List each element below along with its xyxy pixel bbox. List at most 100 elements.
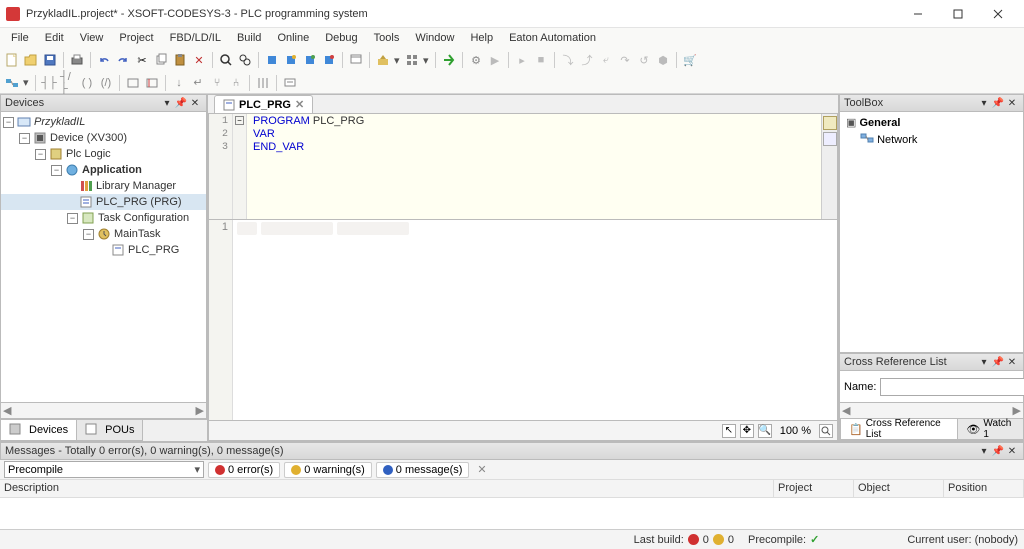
view-mode-icon[interactable] — [823, 116, 837, 130]
pin-icon[interactable]: 📌 — [991, 96, 1005, 110]
dropdown-icon[interactable]: ▾ — [423, 54, 430, 67]
tree-device[interactable]: − Device (XV300) — [1, 130, 206, 146]
close-button[interactable] — [978, 2, 1018, 26]
tree-plc-logic[interactable]: − Plc Logic — [1, 146, 206, 162]
tree-scrollbar[interactable]: ◀▶ — [0, 403, 207, 419]
implementation-editor[interactable]: 1 — [208, 220, 838, 421]
contact-nc-icon[interactable]: ┤/├ — [60, 75, 76, 91]
tree-task-config[interactable]: − Task Configuration — [1, 210, 206, 226]
zoom-dropdown-icon[interactable] — [819, 424, 833, 438]
play-icon[interactable]: ▸ — [514, 52, 530, 68]
errors-filter[interactable]: 0 error(s) — [208, 462, 280, 478]
menu-build[interactable]: Build — [230, 30, 268, 46]
col-position[interactable]: Position — [944, 480, 1024, 497]
menu-tools[interactable]: Tools — [367, 30, 407, 46]
menu-fbdldil[interactable]: FBD/LD/IL — [163, 30, 228, 46]
close-icon[interactable]: ✕ — [1005, 96, 1019, 110]
step-over-icon[interactable]: ⤴ — [579, 52, 595, 68]
pin-icon[interactable]: 📌 — [991, 444, 1005, 458]
menu-file[interactable]: File — [4, 30, 36, 46]
find-replace-icon[interactable] — [237, 52, 253, 68]
comment-icon[interactable] — [282, 75, 298, 91]
paste-icon[interactable] — [172, 52, 188, 68]
step-icon[interactable]: ↷ — [617, 52, 633, 68]
tool-b-icon[interactable] — [283, 52, 299, 68]
jump-icon[interactable]: ↓ — [171, 75, 187, 91]
step2-icon[interactable]: ↺ — [636, 52, 652, 68]
cut-icon[interactable]: ✂ — [134, 52, 150, 68]
menu-eaton[interactable]: Eaton Automation — [502, 30, 603, 46]
code-lines[interactable]: PROGRAM PLC_PRG VAR END_VAR — [247, 114, 821, 219]
view-mode-icon[interactable] — [823, 132, 837, 146]
breakpoint-icon[interactable]: ⬢ — [655, 52, 671, 68]
build-icon[interactable] — [375, 52, 391, 68]
stop-icon[interactable]: ■ — [533, 52, 549, 68]
redo-icon[interactable] — [115, 52, 131, 68]
dropdown-icon[interactable]: ▾ — [394, 54, 401, 67]
parallel-icon[interactable] — [255, 75, 271, 91]
declaration-editor[interactable]: 1 2 3 − PROGRAM PLC_PRG VAR END_VAR — [208, 114, 838, 220]
collapse-icon[interactable]: − — [51, 165, 62, 176]
panel-dropdown-icon[interactable]: ▾ — [977, 96, 991, 110]
pointer-icon[interactable]: ↖ — [722, 424, 736, 438]
messages-header[interactable]: Messages - Totally 0 error(s), 0 warning… — [0, 442, 1024, 460]
login-icon[interactable] — [441, 52, 457, 68]
tree-root[interactable]: − PrzykladIL — [1, 114, 206, 130]
col-object[interactable]: Object — [854, 480, 944, 497]
panel-dropdown-icon[interactable]: ▾ — [977, 355, 991, 369]
messages-category-combo[interactable]: Precompile▾ — [4, 461, 204, 478]
toolbox-group-general[interactable]: ▣ General — [842, 114, 1021, 131]
editor-tab-plc-prg[interactable]: PLC_PRG ✕ — [214, 95, 313, 113]
warnings-filter[interactable]: 0 warning(s) — [284, 462, 372, 478]
messages-filter[interactable]: 0 message(s) — [376, 462, 470, 478]
clear-icon[interactable]: ✕ — [473, 463, 490, 476]
tab-watch1[interactable]: 👁 Watch 1 — [957, 419, 1024, 440]
box-icon[interactable] — [125, 75, 141, 91]
window-icon[interactable] — [348, 52, 364, 68]
close-icon[interactable]: ✕ — [1005, 444, 1019, 458]
network-icon[interactable] — [4, 75, 20, 91]
toolbox-item-network[interactable]: Network — [842, 131, 1021, 148]
gear-icon[interactable]: ⚙ — [468, 52, 484, 68]
branch-icon[interactable]: ⑂ — [209, 75, 225, 91]
menu-project[interactable]: Project — [112, 30, 160, 46]
zoom-icon[interactable]: 🔍 — [758, 424, 772, 438]
panel-dropdown-icon[interactable]: ▾ — [977, 444, 991, 458]
crossref-scroll[interactable]: ◀▶ — [839, 403, 1024, 419]
return-icon[interactable]: ↵ — [190, 75, 206, 91]
tool-a-icon[interactable] — [264, 52, 280, 68]
tree-task-plc-prg[interactable]: PLC_PRG — [1, 242, 206, 258]
dropdown-icon[interactable]: ▾ — [23, 76, 30, 89]
tree-application[interactable]: − Application — [1, 162, 206, 178]
menu-edit[interactable]: Edit — [38, 30, 71, 46]
collapse-icon[interactable]: − — [19, 133, 30, 144]
collapse-icon[interactable]: − — [67, 213, 78, 224]
catalog-icon[interactable] — [404, 52, 420, 68]
close-icon[interactable]: ✕ — [1005, 355, 1019, 369]
collapse-icon[interactable]: − — [35, 149, 46, 160]
collapse-icon[interactable]: − — [3, 117, 14, 128]
step-into-icon[interactable]: ⤵ — [560, 52, 576, 68]
delete-icon[interactable]: ✕ — [191, 52, 207, 68]
box-en-icon[interactable] — [144, 75, 160, 91]
tree-library-manager[interactable]: Library Manager — [1, 178, 206, 194]
tab-pous[interactable]: POUs — [76, 420, 143, 441]
col-description[interactable]: Description — [0, 480, 774, 497]
step-out-icon[interactable]: ⤶ — [598, 52, 614, 68]
menu-online[interactable]: Online — [270, 30, 316, 46]
run-icon[interactable]: ▶ — [487, 52, 503, 68]
tool-d-icon[interactable] — [321, 52, 337, 68]
branch2-icon[interactable]: ⑃ — [228, 75, 244, 91]
collapse-icon[interactable]: − — [83, 229, 94, 240]
panel-dropdown-icon[interactable]: ▾ — [160, 96, 174, 110]
tab-crossref[interactable]: 📋 Cross Reference List — [840, 419, 958, 440]
minimize-button[interactable] — [898, 2, 938, 26]
pan-icon[interactable]: ✥ — [740, 424, 754, 438]
neg-coil-icon[interactable]: (/) — [98, 75, 114, 91]
save-icon[interactable] — [42, 52, 58, 68]
menu-help[interactable]: Help — [463, 30, 500, 46]
pin-icon[interactable]: 📌 — [991, 355, 1005, 369]
print-icon[interactable] — [69, 52, 85, 68]
coil-icon[interactable]: ( ) — [79, 75, 95, 91]
menu-view[interactable]: View — [73, 30, 111, 46]
